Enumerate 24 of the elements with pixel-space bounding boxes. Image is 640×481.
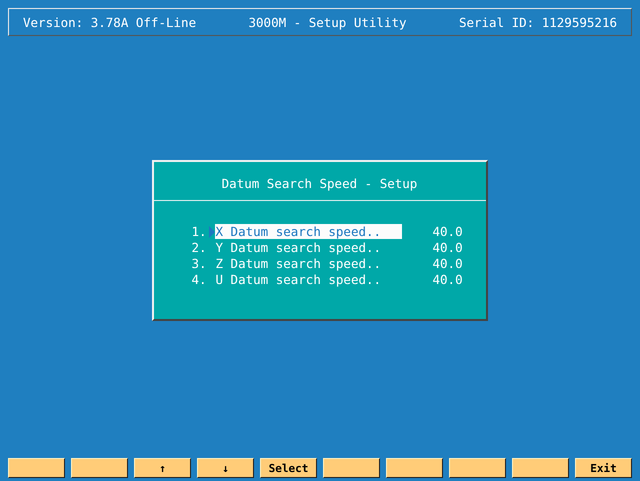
function-key[interactable]: ↑ bbox=[134, 458, 191, 478]
menu-item[interactable]: X Datum search speed.. bbox=[214, 224, 402, 239]
function-key[interactable]: Select bbox=[260, 458, 317, 478]
function-key[interactable] bbox=[512, 458, 569, 478]
function-key[interactable]: ↓ bbox=[197, 458, 254, 478]
function-key[interactable] bbox=[8, 458, 65, 478]
function-key[interactable] bbox=[386, 458, 443, 478]
item-number: 3. bbox=[192, 256, 208, 271]
pointer-icon bbox=[208, 226, 214, 238]
item-value: 40.0 bbox=[432, 240, 463, 255]
function-key[interactable] bbox=[323, 458, 380, 478]
item-number: 2. bbox=[192, 240, 208, 255]
serial-id-text: Serial ID: 1129595216 bbox=[458, 14, 617, 30]
version-text: Version: 3.78A Off-Line bbox=[23, 14, 196, 30]
item-value: 40.0 bbox=[432, 224, 463, 239]
item-number: 4. bbox=[192, 272, 208, 287]
dialog-title: Datum Search Speed - Setup bbox=[222, 176, 418, 192]
app-title: 3000M - Setup Utility bbox=[248, 14, 407, 30]
function-key[interactable] bbox=[449, 458, 506, 478]
function-key[interactable] bbox=[71, 458, 128, 478]
item-value: 40.0 bbox=[432, 256, 463, 271]
item-value: 40.0 bbox=[432, 272, 463, 287]
function-key[interactable]: Exit bbox=[575, 458, 632, 478]
item-number: 1. bbox=[192, 224, 208, 239]
